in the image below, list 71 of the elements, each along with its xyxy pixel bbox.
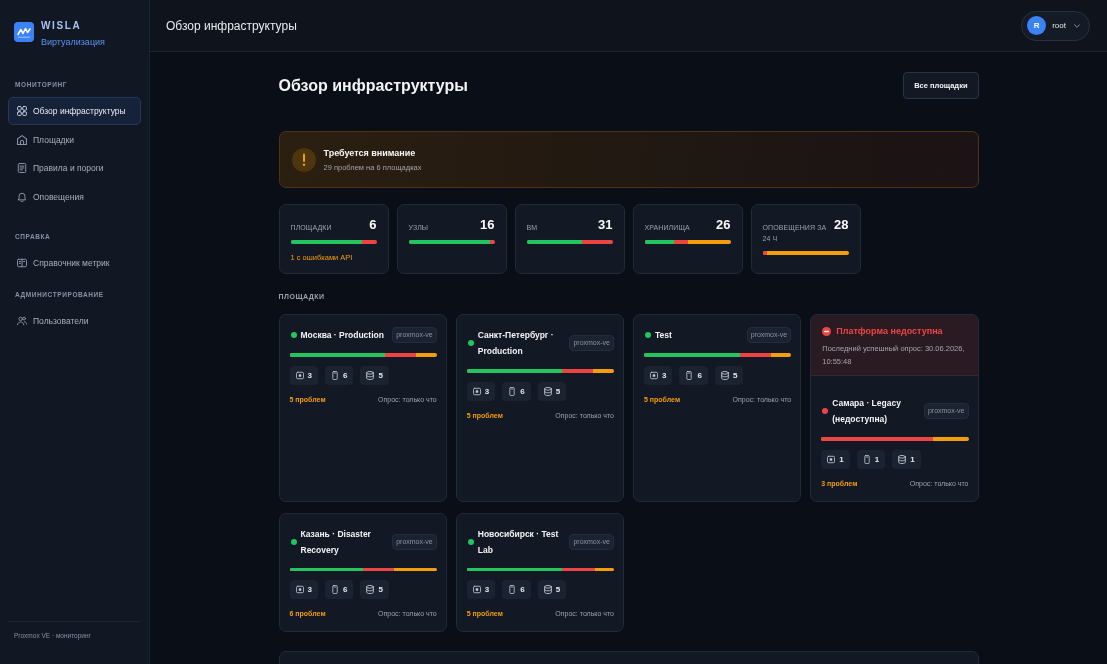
user-menu-button[interactable]: R root bbox=[1021, 10, 1090, 41]
count-value: 6 bbox=[342, 370, 348, 380]
house-icon bbox=[17, 134, 27, 145]
count-value: 5 bbox=[732, 370, 738, 380]
count-value: 5 bbox=[555, 585, 561, 594]
site-name: Казань · Disaster Recovery bbox=[300, 527, 372, 557]
database-icon bbox=[366, 585, 375, 594]
count-value: 6 bbox=[520, 386, 525, 396]
document-icon bbox=[17, 163, 27, 173]
stat-value: 28 bbox=[834, 217, 849, 233]
bell-icon bbox=[17, 191, 27, 202]
database-icon bbox=[543, 585, 552, 594]
header-title: Обзор инфраструктуры bbox=[166, 18, 297, 33]
count-value: 3 bbox=[484, 585, 490, 594]
device-icon bbox=[862, 454, 871, 464]
site-name: Самара · Legacy (недоступна) bbox=[832, 397, 902, 426]
count-value: 3 bbox=[307, 370, 312, 380]
screen-icon bbox=[472, 585, 481, 594]
device-icon bbox=[330, 370, 339, 380]
chevron-down-icon bbox=[1074, 23, 1080, 28]
database-icon bbox=[898, 454, 907, 464]
count-value: 6 bbox=[342, 585, 348, 594]
sidebar-item[interactable]: Оповещения bbox=[8, 182, 141, 211]
banner-title: Платформа недоступна bbox=[836, 326, 943, 336]
screen-icon bbox=[827, 454, 836, 464]
logo-icon bbox=[14, 22, 34, 42]
no-entry-icon bbox=[822, 326, 832, 336]
count-value: 1 bbox=[910, 454, 915, 464]
brand-subtitle: Виртуализация bbox=[41, 36, 105, 49]
screen-icon bbox=[650, 370, 658, 380]
count-value: 3 bbox=[662, 370, 667, 380]
sidebar-item[interactable]: Пользователи bbox=[8, 306, 141, 335]
database-icon bbox=[720, 370, 729, 380]
count-value: 1 bbox=[839, 454, 844, 464]
sidebar-item[interactable]: Правила и пороги bbox=[8, 154, 141, 182]
site-name: Москва · Production bbox=[300, 329, 385, 342]
site-name: Санкт-Петербург · Production bbox=[477, 329, 555, 358]
site-name: Test bbox=[655, 329, 673, 342]
count-value: 1 bbox=[874, 454, 880, 464]
count-value: 5 bbox=[378, 370, 383, 380]
brand-name: WISLA bbox=[41, 19, 83, 33]
stat-value: 31 bbox=[598, 217, 613, 233]
screen-icon bbox=[295, 370, 304, 380]
device-icon bbox=[330, 585, 339, 594]
screen-icon bbox=[295, 585, 304, 594]
grid-icon bbox=[17, 106, 27, 116]
database-icon bbox=[543, 386, 552, 396]
warning-icon bbox=[291, 147, 316, 172]
site-name: Новосибирск · Test Lab bbox=[477, 527, 560, 557]
database-icon bbox=[366, 370, 375, 380]
count-value: 3 bbox=[484, 386, 490, 396]
sidebar-item[interactable]: Обзор инфраструктуры bbox=[8, 97, 141, 125]
screen-icon bbox=[472, 386, 481, 396]
sidebar-item[interactable]: Справочник метрик bbox=[8, 249, 141, 277]
count-value: 5 bbox=[555, 386, 561, 396]
stat-value: 6 bbox=[369, 217, 377, 233]
users-icon bbox=[17, 315, 27, 326]
device-icon bbox=[508, 386, 517, 396]
sidebar-item[interactable]: Площадки bbox=[8, 125, 141, 154]
count-value: 3 bbox=[307, 585, 312, 594]
book-icon bbox=[17, 258, 27, 268]
count-value: 6 bbox=[520, 585, 525, 594]
stat-value: 26 bbox=[716, 217, 731, 233]
device-icon bbox=[508, 585, 517, 594]
device-icon bbox=[685, 370, 694, 380]
user-avatar: R bbox=[1027, 16, 1047, 35]
alert-title: Требуется внимание bbox=[323, 146, 417, 159]
stat-value: 16 bbox=[480, 217, 495, 233]
count-value: 5 bbox=[378, 585, 383, 594]
count-value: 6 bbox=[697, 370, 702, 380]
page-title: Обзор инфраструктуры bbox=[278, 76, 468, 95]
